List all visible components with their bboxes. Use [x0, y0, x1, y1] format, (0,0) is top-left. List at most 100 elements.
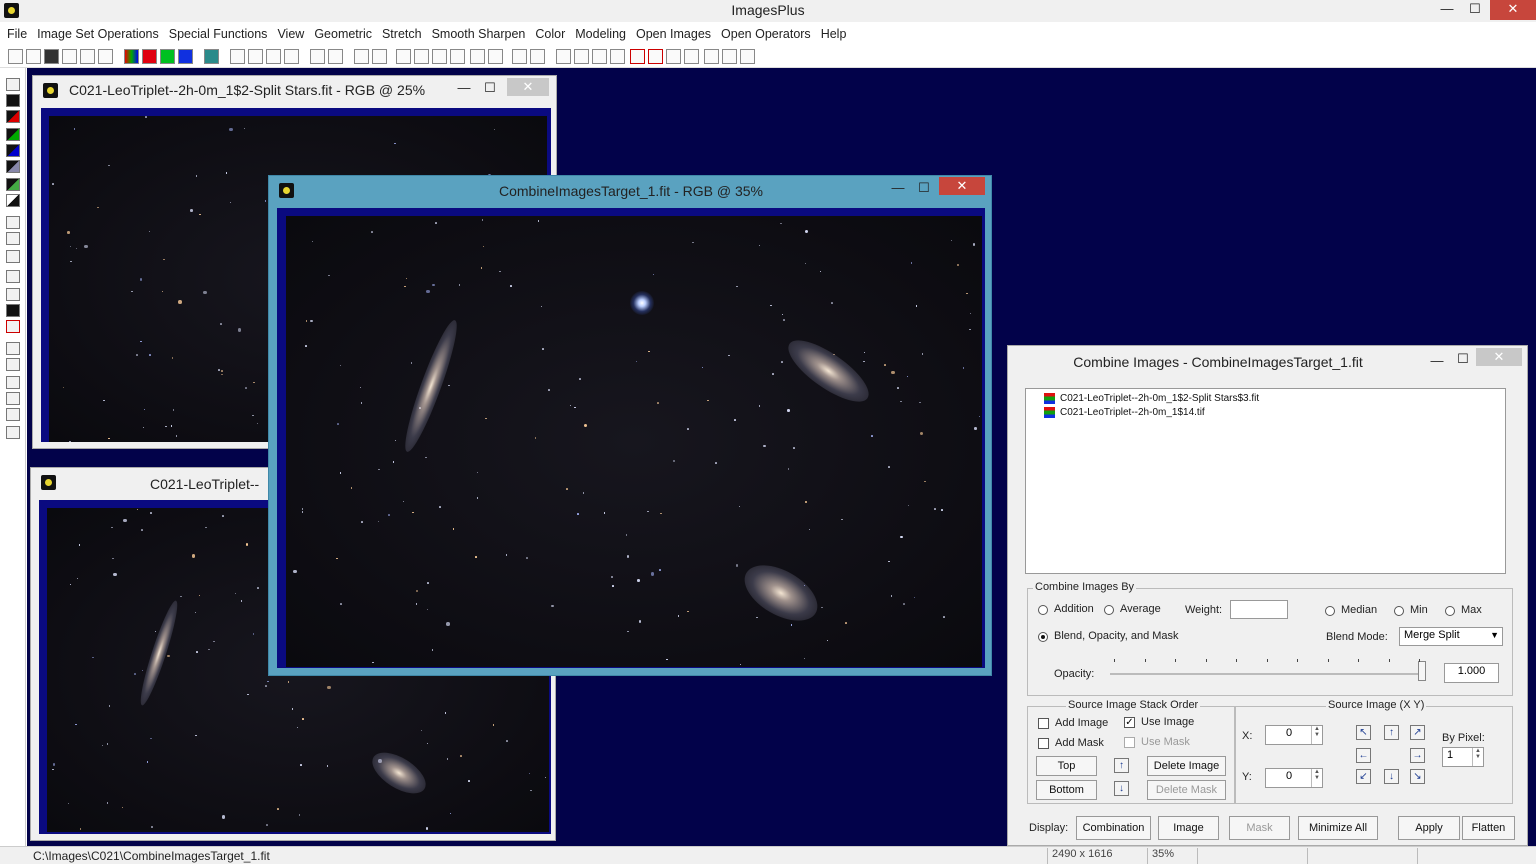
source-image-list[interactable]: C021-LeoTriplet--2h-0m_1$2-Split Stars$3… [1025, 388, 1506, 574]
arrow-up-icon[interactable] [6, 358, 20, 371]
menu-image-set-operations[interactable]: Image Set Operations [32, 27, 164, 41]
window-3-icon[interactable] [704, 49, 719, 64]
addition-radio[interactable] [1038, 605, 1048, 615]
copy-icon[interactable] [6, 426, 20, 439]
remove-icon[interactable] [648, 49, 663, 64]
y-spinner[interactable]: ▲ ▼ [1311, 769, 1322, 787]
invert-icon[interactable] [6, 194, 20, 207]
curve-icon[interactable] [414, 49, 429, 64]
menu-modeling[interactable]: Modeling [570, 27, 631, 41]
min-radio[interactable] [1394, 606, 1404, 616]
window-minimize-button[interactable]: — [889, 179, 907, 199]
window-close-button[interactable]: ✕ [939, 177, 985, 195]
minimize-all-button[interactable]: Minimize All [1298, 816, 1378, 840]
mask-button[interactable]: Mask [1229, 816, 1290, 840]
dots-icon[interactable] [354, 49, 369, 64]
dialog-maximize-button[interactable]: ☐ [1454, 350, 1472, 370]
stop-icon[interactable] [328, 49, 343, 64]
window-icon[interactable] [666, 49, 681, 64]
undo-icon[interactable] [230, 49, 245, 64]
median-radio[interactable] [1325, 606, 1335, 616]
layer-2-icon[interactable] [6, 178, 20, 191]
opacity-slider-track[interactable] [1110, 661, 1426, 681]
window-minimize-button[interactable]: — [455, 79, 473, 99]
select-icon[interactable] [6, 270, 20, 283]
arrow-up-right-icon[interactable]: ↗ [1410, 725, 1425, 740]
menu-special-functions[interactable]: Special Functions [164, 27, 273, 41]
blue-fill-icon[interactable] [6, 144, 20, 157]
dialog-minimize-button[interactable]: — [1428, 352, 1446, 372]
combination-button[interactable]: Combination [1076, 816, 1151, 840]
add-mask-checkbox[interactable] [1038, 738, 1049, 749]
apply-button[interactable]: Apply [1398, 816, 1460, 840]
move-down-icon[interactable]: ↓ [1114, 781, 1129, 796]
app-close-button[interactable]: ✕ [1490, 0, 1536, 20]
menu-geometric[interactable]: Geometric [309, 27, 377, 41]
add-icon[interactable] [630, 49, 645, 64]
x-input[interactable]: 0 ▲ ▼ [1265, 725, 1323, 745]
rotate-left-icon[interactable] [6, 392, 20, 405]
by-pixel-input[interactable]: 1 ▲ ▼ [1442, 747, 1484, 767]
average-radio[interactable] [1104, 605, 1114, 615]
open-icon[interactable] [26, 49, 41, 64]
opacity-slider-thumb[interactable] [1418, 661, 1426, 681]
dialog-close-button[interactable]: ✕ [1476, 348, 1522, 366]
blend-mode-select[interactable]: Merge Split ▼ [1399, 627, 1503, 646]
image-button[interactable]: Image [1158, 816, 1219, 840]
use-mask-checkbox[interactable] [1124, 737, 1135, 748]
blend-radio[interactable] [1038, 632, 1048, 642]
black-icon[interactable] [6, 94, 20, 107]
menu-help[interactable]: Help [816, 27, 852, 41]
list-item[interactable]: C021-LeoTriplet--2h-0m_1$2-Split Stars$3… [1044, 391, 1259, 405]
palette-icon[interactable] [488, 49, 503, 64]
close-image-icon[interactable] [62, 49, 77, 64]
zoom-out-icon[interactable] [574, 49, 589, 64]
opacity-input[interactable]: 1.000 [1444, 663, 1499, 683]
pencil-icon[interactable] [512, 49, 527, 64]
close-all-icon[interactable] [80, 49, 95, 64]
gradient-icon[interactable] [6, 232, 20, 245]
window-titlebar[interactable]: C021-LeoTriplet--2h-0m_1$2-Split Stars.f… [33, 76, 556, 104]
y-input[interactable]: 0 ▲ ▼ [1265, 768, 1323, 788]
print-icon[interactable] [98, 49, 113, 64]
window-4-icon[interactable] [722, 49, 737, 64]
weight-input[interactable] [1230, 600, 1288, 619]
arrow-down-left-icon[interactable]: ↙ [1356, 769, 1371, 784]
window-maximize-button[interactable]: ☐ [915, 179, 933, 199]
max-radio[interactable] [1445, 606, 1455, 616]
histogram-icon[interactable] [396, 49, 411, 64]
top-button[interactable]: Top [1036, 756, 1097, 776]
add-image-checkbox[interactable] [1038, 718, 1049, 729]
redo-all-icon[interactable] [284, 49, 299, 64]
arrow-down-icon[interactable]: ↓ [1384, 769, 1399, 784]
arrow-down-right-icon[interactable]: ↘ [1410, 769, 1425, 784]
by-pixel-spinner[interactable]: ▲ ▼ [1472, 748, 1483, 766]
graph-icon[interactable] [372, 49, 387, 64]
arrow-up-icon[interactable]: ↑ [1384, 725, 1399, 740]
record-icon[interactable] [310, 49, 325, 64]
green-fill-icon[interactable] [6, 128, 20, 141]
zoom-actual-icon[interactable] [610, 49, 625, 64]
rotate-right-icon[interactable] [6, 408, 20, 421]
arrow-left-icon[interactable]: ← [1356, 748, 1371, 763]
red-fill-icon[interactable] [6, 110, 20, 123]
window-close-button[interactable]: ✕ [507, 78, 549, 96]
luminance-icon[interactable] [204, 49, 219, 64]
app-minimize-button[interactable]: — [1434, 0, 1460, 20]
menu-open-images[interactable]: Open Images [631, 27, 716, 41]
blue-channel-icon[interactable] [178, 49, 193, 64]
save-icon[interactable] [44, 49, 59, 64]
arrow-right-icon[interactable] [6, 376, 20, 389]
mask-icon[interactable] [6, 304, 20, 317]
app-maximize-button[interactable]: ☐ [1462, 0, 1488, 20]
star-marker-icon[interactable] [6, 250, 20, 263]
undo-all-icon[interactable] [266, 49, 281, 64]
menu-smooth-sharpen[interactable]: Smooth Sharpen [427, 27, 531, 41]
menu-file[interactable]: File [2, 27, 32, 41]
window-2-icon[interactable] [684, 49, 699, 64]
delete-image-button[interactable]: Delete Image [1147, 756, 1226, 776]
green-channel-icon[interactable] [160, 49, 175, 64]
red-channel-icon[interactable] [142, 49, 157, 64]
chevron-down-icon[interactable]: ▼ [1490, 630, 1499, 640]
move-icon[interactable] [6, 342, 20, 355]
